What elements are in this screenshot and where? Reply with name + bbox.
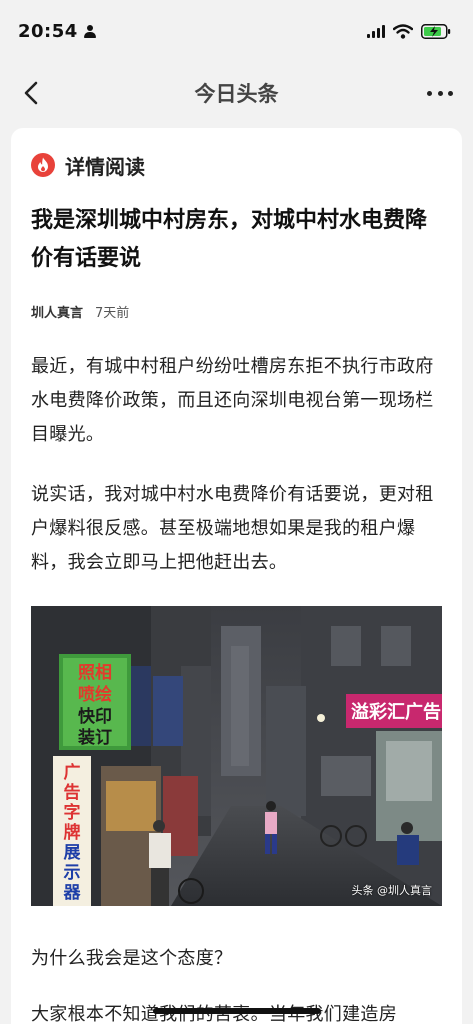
home-indicator[interactable] [153, 1008, 321, 1014]
svg-text:喷绘: 喷绘 [78, 684, 112, 705]
nav-bar: 今日头条 [0, 62, 473, 124]
person-icon [83, 24, 96, 38]
flame-icon [31, 153, 55, 177]
section-header: 详情阅读 [31, 148, 442, 182]
svg-text:溢彩汇广告: 溢彩汇广告 [351, 701, 441, 723]
article-title: 我是深圳城中村房东，对城中村水电费降价有话要说 [31, 208, 428, 271]
back-button[interactable] [18, 80, 44, 106]
svg-text:告: 告 [64, 782, 81, 803]
chevron-left-icon [24, 81, 38, 105]
status-bar: 20:54 [0, 0, 473, 62]
street-scene-image: 照相 喷绘 快印 装订 广 告 字 牌 展 示 器 溢彩汇广告 [31, 606, 442, 906]
paragraph: 为什么我会是这个态度？ [31, 948, 233, 969]
more-dots-icon [427, 90, 432, 96]
status-right [367, 23, 451, 39]
svg-text:牌: 牌 [64, 822, 81, 843]
wifi-icon [393, 23, 413, 39]
svg-text:示: 示 [64, 863, 81, 883]
svg-text:快印: 快印 [78, 706, 112, 727]
svg-text:照相: 照相 [78, 662, 112, 683]
article-meta: 圳人真言 7天前 [31, 302, 442, 321]
svg-text:广: 广 [64, 762, 81, 783]
article-photo[interactable]: 照相 喷绘 快印 装订 广 告 字 牌 展 示 器 溢彩汇广告 头条 @圳人真言 [31, 606, 442, 906]
svg-text:装订: 装订 [77, 727, 112, 748]
svg-text:器: 器 [63, 883, 82, 903]
more-button[interactable] [427, 82, 453, 104]
svg-text:展: 展 [64, 843, 81, 863]
photo-watermark: 头条 @圳人真言 [351, 884, 433, 897]
signal-icon [367, 24, 385, 38]
publish-time: 7天前 [95, 305, 130, 321]
battery-charging-icon [421, 23, 451, 39]
svg-text:字: 字 [64, 802, 81, 823]
paragraph: 最近，有城中村租户纷纷吐槽房东拒不执行市政府水电费降价政策，而且还向深圳电视台第… [31, 356, 434, 445]
status-time: 20:54 [18, 20, 78, 42]
paragraph: 说实话，我对城中村水电费降价有话要说，更对租户爆料很反感。甚至极端地想如果是我的… [31, 484, 434, 573]
author-name[interactable]: 圳人真言 [31, 302, 83, 321]
nav-title: 今日头条 [194, 82, 279, 106]
article-card: 详情阅读 我是深圳城中村房东，对城中村水电费降价有话要说 圳人真言 7天前 最近… [11, 128, 462, 1024]
status-left: 20:54 [18, 21, 96, 42]
section-title: 详情阅读 [65, 154, 145, 179]
